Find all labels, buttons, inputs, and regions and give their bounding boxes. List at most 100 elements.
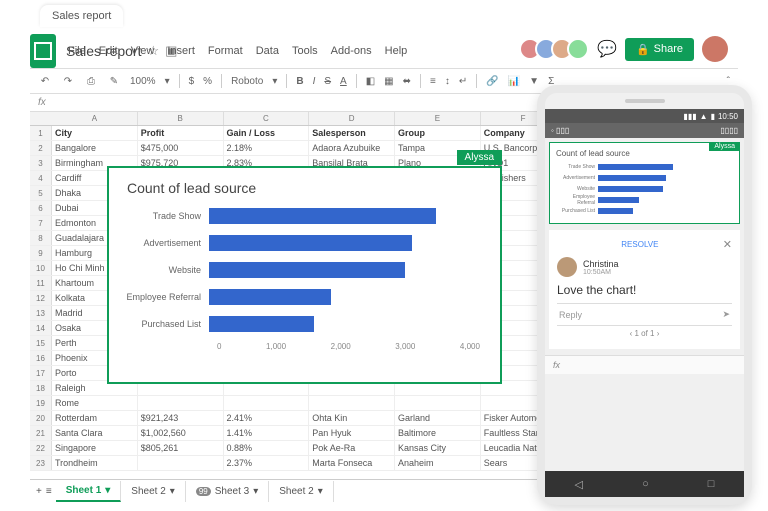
col-header[interactable]: C [224, 112, 310, 125]
menu-format[interactable]: Format [208, 45, 243, 57]
menu-data[interactable]: Data [256, 45, 279, 57]
chevron-down-icon[interactable]: ▾ [170, 486, 175, 497]
share-button[interactable]: 🔒 Share [625, 38, 694, 61]
recents-icon[interactable]: □ [708, 478, 715, 490]
strike-icon[interactable]: S [324, 76, 331, 87]
next-icon[interactable]: › [657, 329, 660, 338]
chart-embedded[interactable]: Alyssa Count of lead source Trade ShowAd… [107, 166, 502, 384]
reply-input[interactable]: Reply ➤ [557, 303, 732, 325]
menu-tools[interactable]: Tools [292, 45, 318, 57]
menu-edit[interactable]: Edit [99, 45, 118, 57]
insert-link-icon[interactable]: 🔗 [486, 76, 498, 87]
cell[interactable]: $921,243 [138, 411, 224, 425]
header-cell[interactable]: Salesperson [309, 126, 395, 140]
wrap-icon[interactable]: ↵ [459, 76, 467, 87]
cell[interactable]: 0.88% [224, 441, 310, 455]
cell[interactable]: Anaheim [395, 456, 481, 470]
cell[interactable]: Rome [52, 396, 138, 410]
cell[interactable]: Santa Clara [52, 426, 138, 440]
cell[interactable]: Ohta Kin [309, 411, 395, 425]
header-cell[interactable]: City [52, 126, 138, 140]
send-icon[interactable]: ➤ [722, 309, 730, 320]
cell[interactable]: Pok Ae-Ra [309, 441, 395, 455]
undo-icon[interactable]: ↶ [38, 74, 52, 88]
cell[interactable]: Rotterdam [52, 411, 138, 425]
header-cell[interactable]: Gain / Loss [224, 126, 310, 140]
cell[interactable]: $1,002,560 [138, 426, 224, 440]
currency-button[interactable]: $ [189, 76, 195, 87]
col-header[interactable]: A [52, 112, 138, 125]
align-icon[interactable]: ≡ [430, 76, 436, 87]
cell[interactable]: Pan Hyuk [309, 426, 395, 440]
cell[interactable] [138, 396, 224, 410]
home-icon[interactable]: ○ [642, 478, 649, 490]
header-cell[interactable]: Profit [138, 126, 224, 140]
avatar[interactable] [567, 38, 589, 60]
chevron-down-icon[interactable]: ▾ [253, 486, 258, 497]
text-color-icon[interactable]: A [340, 76, 347, 87]
insert-chart-icon[interactable]: 📊 [508, 76, 520, 87]
cell[interactable] [138, 456, 224, 470]
account-avatar[interactable] [702, 36, 728, 62]
sheet-tab[interactable]: Sheet 1 ▾ [56, 481, 122, 502]
cell[interactable]: Baltimore [395, 426, 481, 440]
cell[interactable]: 2.37% [224, 456, 310, 470]
fill-color-icon[interactable]: ◧ [366, 76, 375, 87]
collaborator-avatars[interactable] [525, 38, 589, 60]
percent-button[interactable]: % [203, 76, 212, 87]
chevron-down-icon[interactable]: ▾ [272, 76, 277, 87]
chevron-down-icon[interactable]: ▾ [318, 486, 323, 497]
cell[interactable]: 1.41% [224, 426, 310, 440]
menu-file[interactable]: File [68, 45, 86, 57]
sheets-logo-icon[interactable] [30, 34, 56, 68]
cell[interactable]: $475,000 [138, 141, 224, 155]
all-sheets-menu[interactable]: ≡ [46, 486, 52, 497]
paint-format-icon[interactable]: ✎ [107, 74, 121, 88]
col-header[interactable]: B [138, 112, 224, 125]
valign-icon[interactable]: ↕ [445, 76, 450, 87]
cell[interactable]: Adaora Azubuike [309, 141, 395, 155]
menu-insert[interactable]: Insert [167, 45, 195, 57]
back-icon[interactable]: ◁ [575, 478, 583, 491]
chevron-down-icon[interactable]: ▾ [105, 485, 110, 496]
menu-addons[interactable]: Add-ons [331, 45, 372, 57]
merge-icon[interactable]: ⬌ [403, 76, 411, 87]
cell[interactable] [395, 396, 481, 410]
cell[interactable]: Marta Fonseca [309, 456, 395, 470]
sheet-tab[interactable]: Sheet 2 ▾ [269, 481, 334, 502]
cell[interactable]: Singapore [52, 441, 138, 455]
sheet-tab[interactable]: Sheet 2 ▾ [121, 481, 186, 502]
phone-formula-bar[interactable]: fx [545, 355, 744, 374]
sheet-tab[interactable]: 99 Sheet 3 ▾ [186, 481, 269, 502]
print-icon[interactable]: ⎙ [84, 74, 98, 88]
borders-icon[interactable]: ▦ [384, 76, 393, 87]
cell[interactable]: Kansas City [395, 441, 481, 455]
col-header[interactable]: D [309, 112, 395, 125]
cell[interactable] [309, 396, 395, 410]
font-select[interactable]: Roboto [231, 76, 263, 87]
italic-icon[interactable]: I [313, 76, 316, 87]
bold-icon[interactable]: B [296, 76, 303, 87]
cell[interactable]: 2.18% [224, 141, 310, 155]
zoom-select[interactable]: 100% [130, 76, 156, 87]
cell[interactable] [224, 396, 310, 410]
header-cell[interactable]: Group [395, 126, 481, 140]
close-icon[interactable]: ✕ [723, 238, 732, 251]
menu-help[interactable]: Help [385, 45, 408, 57]
cell[interactable]: 2.41% [224, 411, 310, 425]
filter-icon[interactable]: ▼ [529, 76, 539, 87]
add-sheet-button[interactable]: + [36, 486, 42, 497]
cell[interactable]: $805,261 [138, 441, 224, 455]
col-header[interactable]: E [395, 112, 481, 125]
phone-chart[interactable]: Alyssa Count of lead source Trade ShowAd… [549, 142, 740, 224]
chevron-down-icon[interactable]: ▾ [165, 76, 170, 87]
cell[interactable]: Bangalore [52, 141, 138, 155]
redo-icon[interactable]: ↷ [61, 74, 75, 88]
browser-tab[interactable]: Sales report [40, 5, 123, 27]
comment-icon[interactable]: 💬 [597, 39, 617, 59]
cell[interactable]: Trondheim [52, 456, 138, 470]
cell[interactable]: Garland [395, 411, 481, 425]
menu-view[interactable]: View [131, 45, 155, 57]
resolve-button[interactable]: RESOLVE [621, 240, 658, 249]
prev-icon[interactable]: ‹ [630, 329, 633, 338]
